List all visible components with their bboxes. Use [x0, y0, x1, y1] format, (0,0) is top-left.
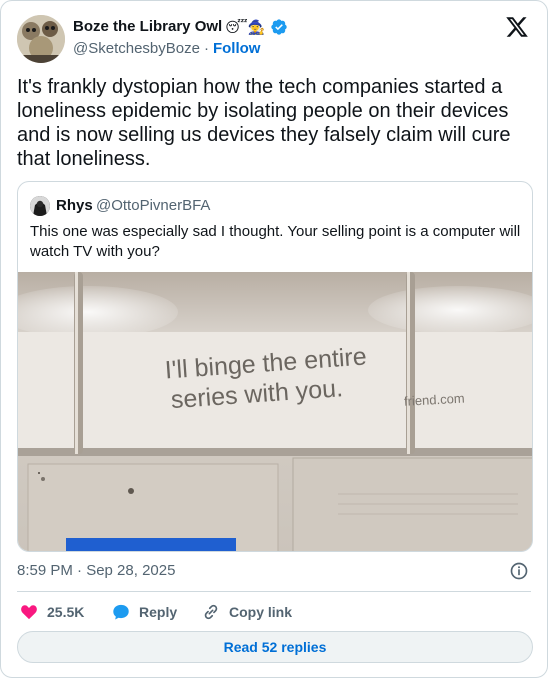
reply-bubble-icon: [113, 604, 129, 620]
author-handle[interactable]: @SketchesbyBoze: [73, 39, 200, 59]
quoted-author-handle: @OttoPivnerBFA: [96, 197, 211, 214]
x-logo-icon[interactable]: [505, 15, 529, 39]
reply-button[interactable]: Reply: [111, 601, 177, 623]
follow-link[interactable]: Follow: [213, 39, 261, 59]
quoted-tweet[interactable]: Rhys @OttoPivnerBFA This one was especia…: [17, 181, 533, 552]
author-name-text[interactable]: Boze the Library Owl: [73, 17, 222, 37]
info-icon[interactable]: [509, 561, 529, 581]
subway-ad-photo[interactable]: I'll binge the entire series with you. f…: [18, 272, 533, 552]
author-name-emoji: 😴🧙‍♀️: [225, 19, 266, 35]
quoted-author-name: Rhys: [56, 197, 93, 214]
author-avatar[interactable]: [17, 15, 65, 63]
quoted-author-avatar: [30, 196, 50, 216]
heart-icon: [21, 605, 37, 620]
copy-link-label: Copy link: [229, 604, 293, 620]
quoted-tweet-text: This one was especially sad I thought. Y…: [30, 223, 521, 260]
copy-link-button[interactable]: Copy link: [201, 601, 292, 623]
author-handle-row: @SketchesbyBoze · Follow: [73, 39, 260, 59]
like-count: 25.5K: [47, 604, 85, 620]
link-icon: [204, 604, 218, 620]
verified-badge-icon: [271, 19, 287, 35]
read-replies-button[interactable]: Read 52 replies: [17, 631, 533, 663]
tweet-card: Boze the Library Owl 😴🧙‍♀️ @SketchesbyBo…: [0, 0, 548, 678]
author-display-name[interactable]: Boze the Library Owl 😴🧙‍♀️: [73, 17, 288, 37]
like-button[interactable]: 25.5K: [19, 601, 84, 623]
ad-url: friend.com: [404, 391, 465, 409]
tweet-text: It's frankly dystopian how the tech comp…: [17, 76, 511, 170]
tweet-timestamp[interactable]: 8:59 PM · Sep 28, 2025: [17, 561, 175, 581]
handle-separator: ·: [203, 40, 209, 57]
divider: [17, 591, 531, 592]
reply-label: Reply: [139, 604, 178, 620]
